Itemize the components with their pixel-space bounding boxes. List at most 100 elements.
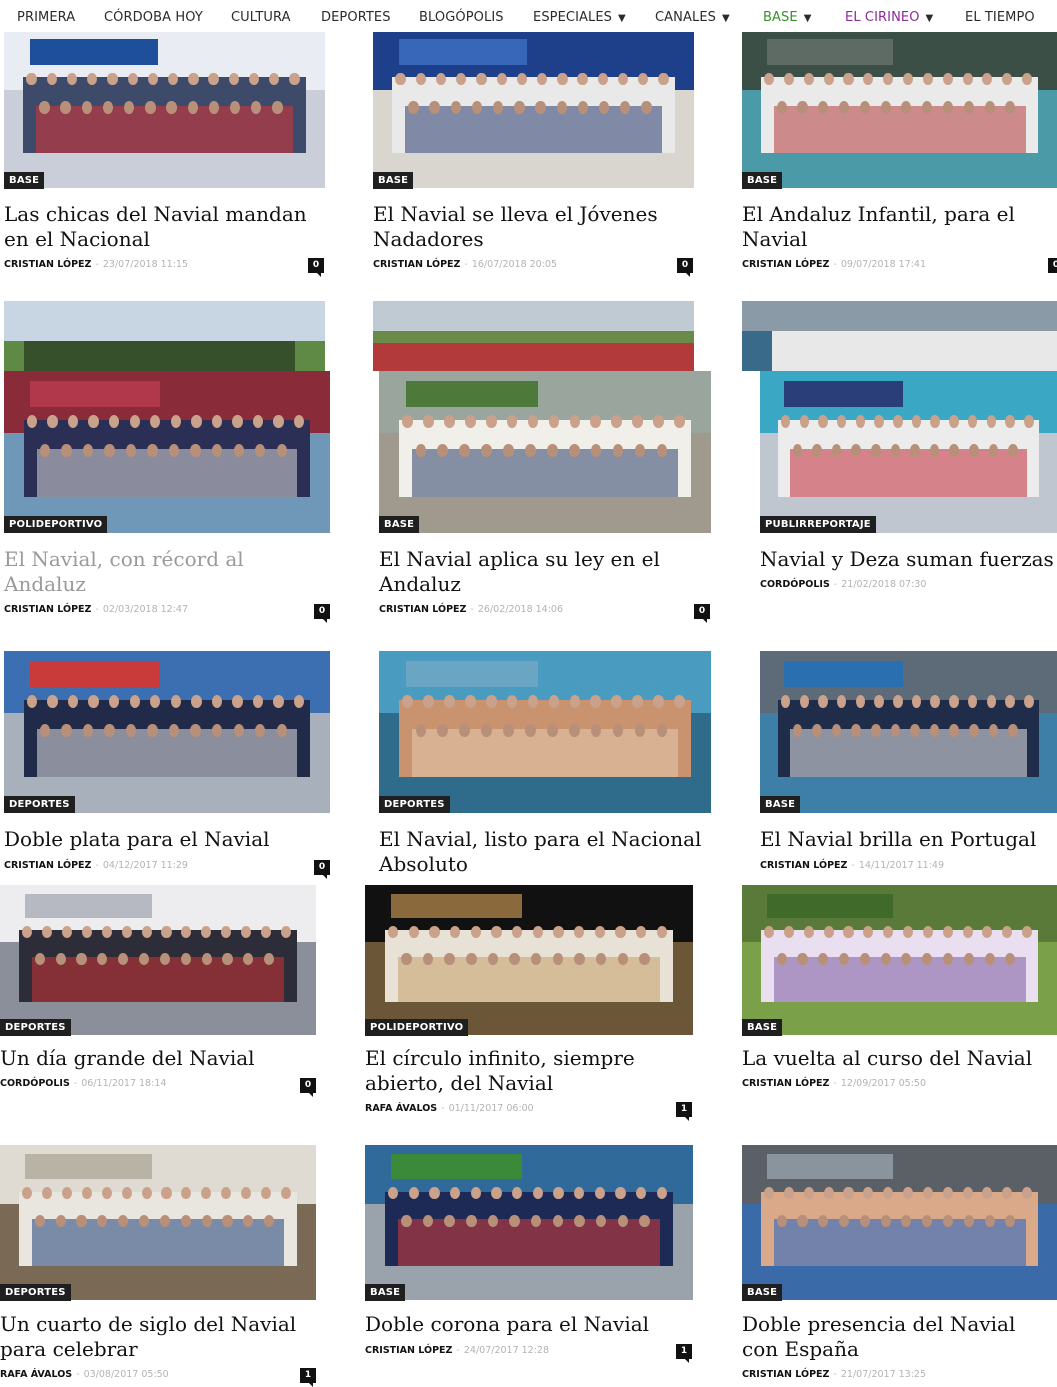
article-thumbnail[interactable] [4,651,330,813]
article-date: 04/12/2017 11:29 [102,860,189,871]
article-thumbnail[interactable] [379,651,711,813]
nav-item-blogopolis[interactable]: BLOGÓPOLIS [419,10,504,25]
category-badge[interactable]: BASE [379,516,420,533]
article-thumbnail[interactable] [373,30,694,188]
comment-count[interactable]: 1 [300,1368,316,1387]
nav-item-deportes[interactable]: DEPORTES [321,10,391,25]
category-badge[interactable]: POLIDEPORTIVO [365,1019,469,1036]
author-link[interactable]: CRISTIAN LÓPEZ [742,1369,829,1380]
author-link[interactable]: CRISTIAN LÓPEZ [760,860,847,871]
article-title[interactable]: El Navial, con récord al Andaluz [4,547,324,597]
category-badge[interactable]: DEPORTES [379,796,450,813]
comment-count[interactable]: 0 [314,860,330,879]
author-link[interactable]: CRISTIAN LÓPEZ [742,1078,829,1089]
article-meta: CRISTIAN LÓPEZ -26/02/2018 14:06 [379,604,564,615]
comment-count[interactable]: 1 [676,1102,692,1121]
article-title[interactable]: El Navial aplica su ley en el Andaluz [379,547,699,597]
author-link[interactable]: RAFA ÁVALOS [0,1369,72,1380]
article-thumbnail[interactable] [4,30,325,188]
article-photo [379,651,711,813]
nav-item-el-cirineo[interactable]: EL CIRINEO ▼ [845,10,933,25]
chevron-down-icon: ▼ [722,13,730,24]
author-link[interactable]: CORDÓPOLIS [0,1078,70,1089]
article-title[interactable]: El Navial se lleva el Jóvenes Nadadores [373,202,693,252]
article-meta: CORDÓPOLIS -21/02/2018 07:30 [760,579,927,590]
author-link[interactable]: CRISTIAN LÓPEZ [379,604,466,615]
article-title[interactable]: El Navial brilla en Portugal [760,827,1057,852]
article-title[interactable]: El Navial, listo para el Nacional Absolu… [379,827,711,877]
article-photo [373,30,694,188]
comment-count[interactable]: 0 [694,604,710,623]
category-badge[interactable]: BASE [742,1019,783,1036]
article-thumbnail[interactable] [365,1145,693,1300]
article-thumbnail[interactable] [742,30,1057,188]
author-link[interactable]: CRISTIAN LÓPEZ [4,860,91,871]
article-thumbnail[interactable] [742,1145,1057,1300]
category-badge[interactable]: DEPORTES [0,1284,71,1301]
article-title[interactable]: La vuelta al curso del Navial [742,1046,1057,1071]
article-thumbnail[interactable] [365,885,693,1035]
nav-item-cultura[interactable]: CULTURA [231,10,291,25]
article-card: BASE El Navial brilla en Portugal CRISTI… [760,651,1057,885]
article-thumbnail[interactable] [760,651,1057,813]
category-badge[interactable]: BASE [365,1284,406,1301]
article-date: 16/07/2018 20:05 [471,259,558,270]
nav-item-el-tiempo[interactable]: EL TIEMPO [965,10,1035,25]
comment-count[interactable]: 0 [300,1078,316,1097]
comment-count[interactable]: 0 [677,258,693,277]
nav-item-cordoba-hoy[interactable]: CÓRDOBA HOY [104,10,203,25]
article-photo [4,30,325,188]
article-thumbnail[interactable] [760,371,1057,533]
article-title[interactable]: El Andaluz Infantil, para el Navial [742,202,1042,252]
author-link[interactable]: RAFA ÁVALOS [365,1103,437,1114]
nav-item-base[interactable]: BASE ▼ [763,10,811,25]
category-badge[interactable]: BASE [742,1284,783,1301]
category-badge[interactable]: PUBLIRREPORTAJE [760,516,876,533]
article-meta: RAFA ÁVALOS -01/11/2017 06:00 [365,1103,534,1114]
nav-item-canales[interactable]: CANALES ▼ [655,10,730,25]
article-title[interactable]: Navial y Deza suman fuerzas [760,547,1057,572]
author-link[interactable]: CORDÓPOLIS [760,579,830,590]
article-thumbnail[interactable] [742,885,1057,1035]
article-title[interactable]: Doble presencia del Navial con España [742,1312,1057,1362]
category-badge[interactable]: DEPORTES [4,796,75,813]
author-link[interactable]: CRISTIAN LÓPEZ [742,259,829,270]
thumb-stub [742,301,1057,371]
category-badge[interactable]: BASE [742,172,783,189]
nav-item-primera[interactable]: PRIMERA [17,10,75,25]
article-card: BASE El Andaluz Infantil, para el Navial… [742,30,1057,280]
article-date: 03/08/2017 05:50 [83,1369,169,1380]
comment-count[interactable]: 0 [314,604,330,623]
category-badge[interactable]: BASE [373,172,414,189]
article-title[interactable]: Doble corona para el Navial [365,1312,693,1337]
author-link[interactable]: CRISTIAN LÓPEZ [365,1345,452,1356]
article-meta: CRISTIAN LÓPEZ -21/07/2017 13:25 [742,1369,927,1380]
article-title[interactable]: Un día grande del Navial [0,1046,316,1071]
article-meta: CRISTIAN LÓPEZ -14/11/2017 11:49 [760,860,945,871]
category-badge[interactable]: POLIDEPORTIVO [4,516,108,533]
category-badge[interactable]: DEPORTES [0,1019,71,1036]
article-date: 23/07/2018 11:15 [102,259,189,270]
article-card: PUBLIRREPORTAJE Navial y Deza suman fuer… [760,371,1057,626]
article-title[interactable]: Las chicas del Navial mandan en el Nacio… [4,202,324,252]
category-badge[interactable]: BASE [4,172,45,189]
article-thumbnail[interactable] [0,885,316,1035]
article-card: BASE Doble presencia del Navial con Espa… [742,1145,1057,1383]
comment-count[interactable]: 1 [676,1344,692,1363]
article-thumbnail[interactable] [4,371,330,533]
article-photo [4,371,330,533]
article-card: BASE El Navial aplica su ley en el Andal… [379,371,714,626]
article-thumbnail[interactable] [379,371,711,533]
article-title[interactable]: Doble plata para el Navial [4,827,324,852]
nav-item-especiales[interactable]: ESPECIALES ▼ [533,10,626,25]
article-meta: CRISTIAN LÓPEZ -04/12/2017 11:29 [4,860,189,871]
category-badge[interactable]: BASE [760,796,801,813]
comment-count[interactable]: 0 [1048,258,1057,273]
author-link[interactable]: CRISTIAN LÓPEZ [373,259,460,270]
article-title[interactable]: El círculo infinito, siempre abierto, de… [365,1046,685,1096]
author-link[interactable]: CRISTIAN LÓPEZ [4,259,91,270]
article-title[interactable]: Un cuarto de siglo del Navial para celeb… [0,1312,316,1362]
comment-count[interactable]: 0 [308,258,324,277]
author-link[interactable]: CRISTIAN LÓPEZ [4,604,91,615]
article-thumbnail[interactable] [0,1145,316,1300]
